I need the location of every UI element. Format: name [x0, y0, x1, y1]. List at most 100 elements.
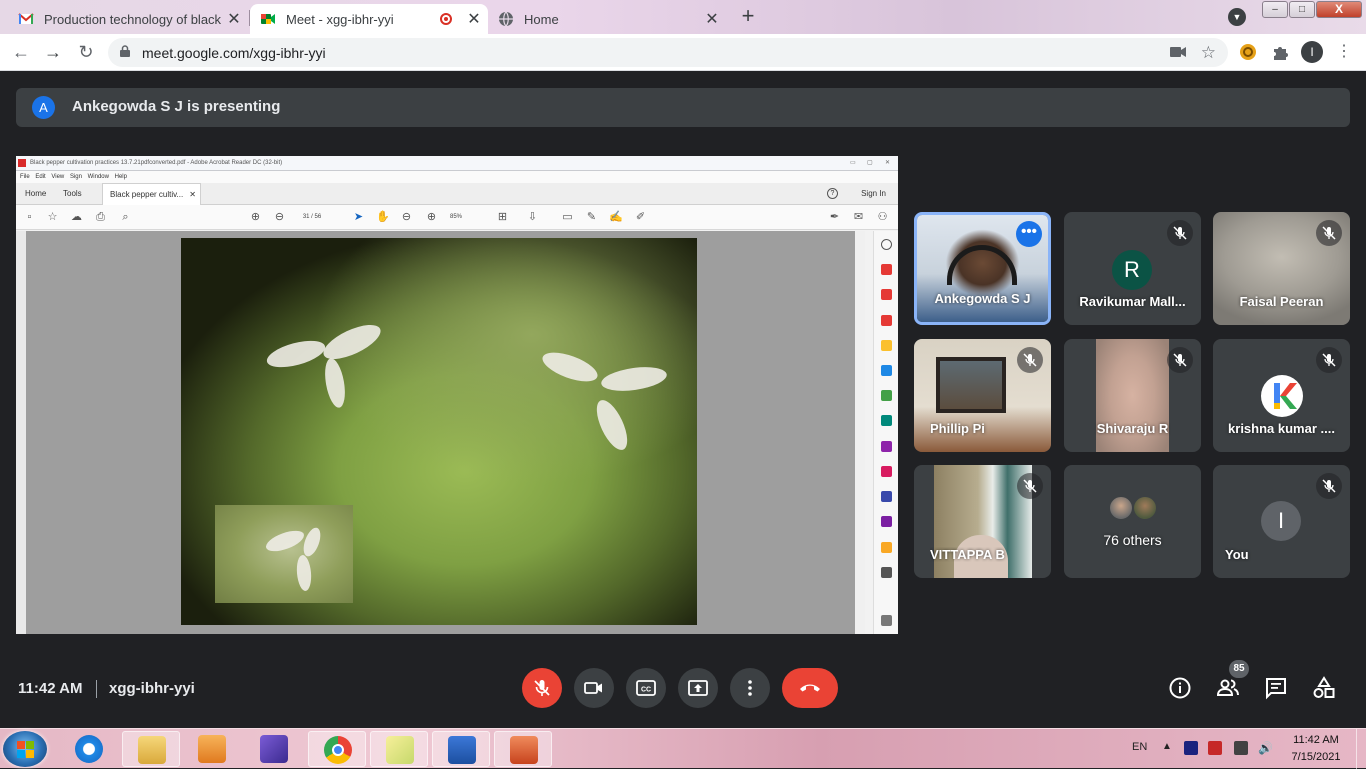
taskbar-clock-time[interactable]: 11:42 AM: [1286, 734, 1346, 746]
divider: [96, 680, 97, 698]
participant-tile-self[interactable]: I You: [1213, 465, 1350, 578]
taskbar-sticky-notes[interactable]: [370, 731, 428, 767]
muted-mic-icon: [1017, 347, 1043, 373]
flag-icon[interactable]: [1184, 741, 1198, 755]
show-hidden-icons-icon[interactable]: ▲: [1162, 741, 1172, 752]
toggle-mic-button[interactable]: [522, 668, 562, 708]
close-tab-icon[interactable]: ✕: [464, 9, 484, 29]
language-indicator[interactable]: EN: [1132, 741, 1147, 753]
taskbar-word[interactable]: [432, 731, 490, 767]
left-pane-toggle: [16, 231, 26, 634]
extensions-puzzle-icon[interactable]: [1271, 43, 1289, 61]
gmail-icon: [18, 13, 34, 24]
network-icon[interactable]: [1234, 741, 1248, 755]
activities-icon[interactable]: [1312, 676, 1336, 700]
wall-picture: [936, 357, 1006, 413]
taskbar-file-explorer[interactable]: [122, 731, 180, 767]
menu-view: View: [51, 174, 65, 180]
back-arrow-icon[interactable]: ←: [10, 41, 32, 63]
profile-avatar[interactable]: I: [1301, 41, 1323, 63]
participant-tile[interactable]: R Ravikumar Mall...: [1064, 212, 1201, 325]
acrobat-toolbar: ▫ ☆ ☁ ⎙ ⌕ ⊕ ⊖ 31 / 56 ➤ ✋ ⊖ ⊕ 85% ⊞ ⇩ ▭ …: [16, 205, 898, 230]
windows-logo-icon: [26, 741, 34, 749]
acrobat-title-bar: Black pepper cultivation practices 13.7.…: [16, 156, 898, 171]
powerpoint-icon: [510, 736, 538, 764]
captions-button[interactable]: CC: [626, 668, 666, 708]
close-window-button[interactable]: X: [1316, 1, 1362, 18]
flower-petal: [300, 525, 324, 559]
meeting-details-icon[interactable]: [1168, 676, 1192, 700]
close-tab-icon[interactable]: ✕: [224, 9, 244, 29]
participant-name: Ravikumar Mall...: [1079, 294, 1186, 309]
volume-icon[interactable]: 🔊: [1258, 741, 1273, 755]
participant-tile[interactable]: Phillip Pi: [914, 339, 1051, 452]
more-options-icon[interactable]: •••: [1016, 221, 1042, 247]
close-tab-icon[interactable]: ✕: [702, 9, 722, 29]
participant-tile-others[interactable]: 76 others: [1064, 465, 1201, 578]
minimize-button[interactable]: –: [1262, 1, 1288, 18]
tab-gmail[interactable]: Production technology of black pepper ✕: [8, 4, 248, 34]
save-icon: ▫: [27, 211, 32, 223]
acrobat-tab-home: Home: [25, 189, 47, 198]
toggle-camera-button[interactable]: [574, 668, 614, 708]
present-now-button[interactable]: [678, 668, 718, 708]
maximize-button[interactable]: □: [1289, 1, 1315, 18]
chat-icon[interactable]: [1264, 676, 1288, 700]
comment-icon: ▭: [562, 211, 573, 223]
select-cursor-icon: ➤: [353, 211, 364, 223]
leave-call-button[interactable]: [782, 668, 838, 708]
flower-petal: [590, 395, 634, 455]
meeting-time: 11:42 AM: [18, 680, 83, 697]
taskbar-chrome[interactable]: [308, 731, 366, 767]
extension-coin-icon[interactable]: [1239, 43, 1257, 61]
close-icon: ✕: [189, 190, 196, 199]
browser-tab-strip: Production technology of black pepper ✕ …: [0, 0, 1366, 34]
start-button[interactable]: [3, 731, 47, 767]
muted-mic-icon: [1167, 220, 1193, 246]
search-icon: [881, 239, 892, 250]
show-desktop-button[interactable]: [1356, 729, 1366, 769]
participant-tile-presenter[interactable]: ••• Ankegowda S J: [914, 212, 1051, 325]
muted-mic-icon: [1316, 220, 1342, 246]
participant-name: VITTAPPA B: [930, 547, 1005, 562]
muted-mic-icon: [1167, 347, 1193, 373]
avatar: A: [32, 96, 55, 119]
more-options-button[interactable]: [730, 668, 770, 708]
reload-icon[interactable]: ↻: [75, 41, 97, 63]
draw-icon: ✍: [609, 211, 623, 223]
fill-sign-tool-icon: [881, 466, 892, 477]
participant-tile[interactable]: krishna kumar ....: [1213, 339, 1350, 452]
bookmark-star-icon[interactable]: ☆: [1201, 43, 1216, 63]
new-tab-button[interactable]: +: [737, 5, 759, 28]
forward-arrow-icon[interactable]: →: [42, 41, 64, 63]
address-bar[interactable]: meet.google.com/xgg-ibhr-yyi ☆: [108, 38, 1228, 67]
taskbar-visual-studio[interactable]: [245, 731, 303, 767]
document-tab-label: Black pepper cultiv...: [110, 190, 184, 199]
tab-meet[interactable]: Meet - xgg-ibhr-yyi ✕: [250, 4, 488, 34]
tab-home[interactable]: Home ✕: [488, 4, 726, 34]
fit-page-icon: ⊞: [497, 211, 508, 223]
participant-tile[interactable]: Shivaraju R: [1064, 339, 1201, 452]
taskbar-powerpoint[interactable]: [494, 731, 552, 767]
protect-icon: [881, 441, 892, 452]
participant-name: krishna kumar ....: [1228, 421, 1335, 436]
participant-tile[interactable]: VITTAPPA B: [914, 465, 1051, 578]
taskbar-clock-date[interactable]: 7/15/2021: [1286, 751, 1346, 763]
organize-pages-icon: [881, 390, 892, 401]
meet-icon: [261, 14, 275, 24]
camera-in-use-icon[interactable]: [1170, 46, 1186, 58]
presenting-text: Ankegowda S J is presenting: [72, 98, 281, 115]
people-icon[interactable]: [1216, 676, 1240, 700]
taskbar-internet-explorer[interactable]: [60, 731, 118, 767]
hand-tool-icon: ✋: [376, 211, 390, 223]
participant-name: Ankegowda S J: [934, 291, 1031, 306]
upload-cloud-icon: ☁: [71, 211, 82, 223]
taskbar-media-player[interactable]: [183, 731, 241, 767]
more-tools-icon: [881, 567, 892, 578]
windows-taskbar: EN ▲ 🔊 11:42 AM 7/15/2021: [0, 728, 1366, 769]
tab-search-icon[interactable]: ▼: [1228, 8, 1246, 26]
action-center-icon[interactable]: [1208, 741, 1222, 755]
scroll-mode-icon: ⇩: [527, 211, 538, 223]
participant-tile[interactable]: Faisal Peeran: [1213, 212, 1350, 325]
chrome-menu-icon[interactable]: ⋮: [1336, 41, 1352, 63]
